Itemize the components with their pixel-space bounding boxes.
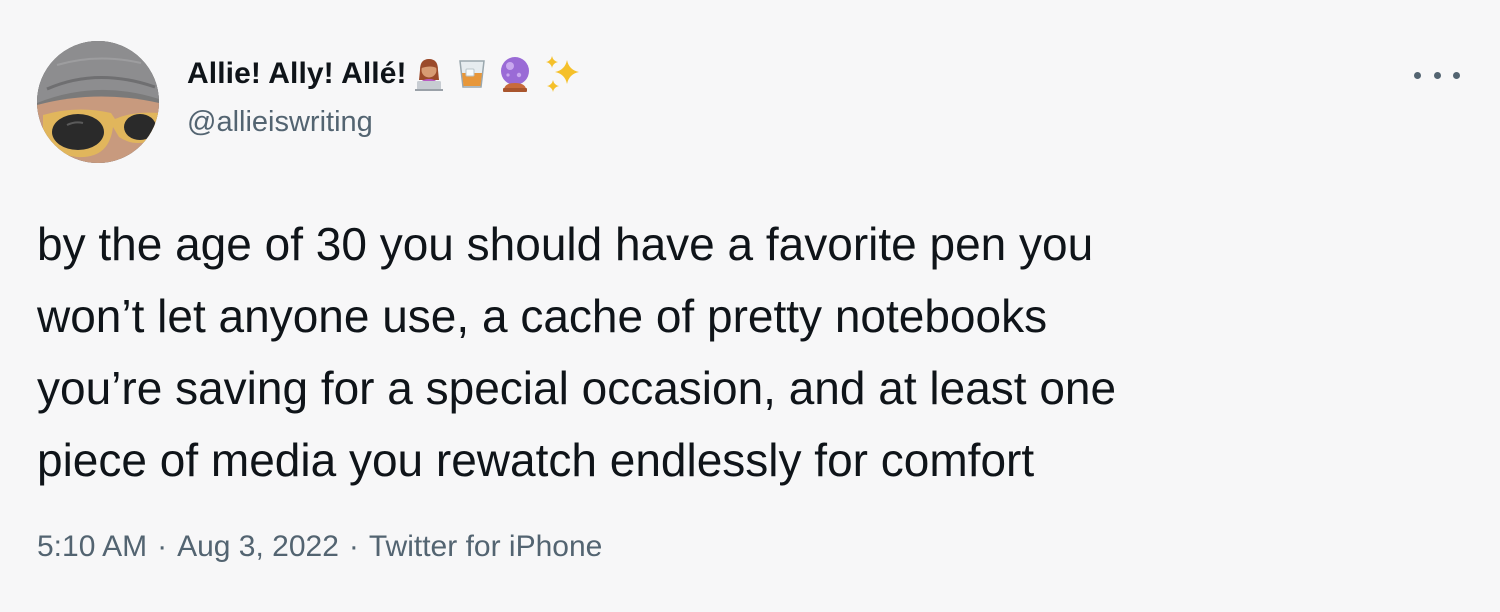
tweet-time[interactable]: 5:10 AM xyxy=(37,530,147,564)
tweet-source[interactable]: Twitter for iPhone xyxy=(369,530,602,564)
sparkles-icon xyxy=(543,54,583,94)
display-name[interactable]: Allie! Ally! Allé! xyxy=(187,57,407,91)
name-emojis xyxy=(411,54,583,94)
tweet-text: by the age of 30 you should have a favor… xyxy=(37,218,1117,486)
more-horizontal-icon xyxy=(1414,71,1421,79)
tweet-card: Allie! Ally! Allé! @allieiswriting by th… xyxy=(0,0,1500,612)
tweet-meta: 5:10 AM · Aug 3, 2022 · Twitter for iPho… xyxy=(37,530,602,564)
avatar-image xyxy=(37,41,159,163)
tweet-date[interactable]: Aug 3, 2022 xyxy=(177,530,339,564)
crystal-ball-icon xyxy=(497,55,533,93)
avatar[interactable] xyxy=(37,41,159,163)
more-horizontal-icon xyxy=(1453,71,1460,79)
meta-separator: · xyxy=(157,530,168,563)
woman-technologist-icon xyxy=(411,56,447,92)
more-options-button[interactable] xyxy=(1414,60,1460,90)
tumbler-glass-icon xyxy=(457,58,487,90)
meta-separator: · xyxy=(348,530,359,563)
more-horizontal-icon xyxy=(1433,71,1441,79)
user-handle[interactable]: @allieiswriting xyxy=(187,106,373,139)
author-row[interactable]: Allie! Ally! Allé! xyxy=(187,52,583,96)
